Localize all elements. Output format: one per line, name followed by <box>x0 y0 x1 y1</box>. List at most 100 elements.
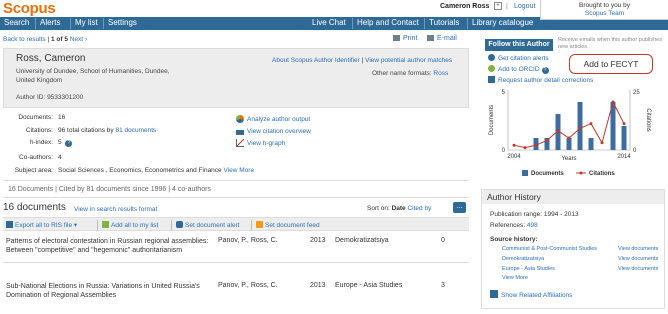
source-view-more-link[interactable]: View More <box>502 275 528 281</box>
email-button[interactable]: E-mail <box>427 35 457 42</box>
print-icon <box>393 35 400 41</box>
main-nav: Search Alerts My list Settings Live Chat… <box>0 17 540 30</box>
document-alert-button[interactable]: Set document alert <box>176 221 240 229</box>
publication-range: Publication range: 1994 - 2013 <box>490 211 579 218</box>
sort-options-button[interactable]: ... <box>453 202 466 213</box>
chart-icon <box>490 290 498 298</box>
view-documents-link[interactable]: View documents <box>618 266 658 272</box>
request-corrections-link: Request author detail corrections <box>498 77 594 84</box>
nav-search[interactable]: Search <box>4 18 29 27</box>
citing-documents-link[interactable]: 81 documents <box>115 127 156 134</box>
legend-citations-marker <box>579 171 583 175</box>
references-link[interactable]: 498 <box>527 222 538 229</box>
edit-icon <box>488 76 495 83</box>
document-feed-button[interactable]: Set document feed <box>256 221 320 229</box>
document-authors[interactable]: Panov, P., Ross, C. <box>218 282 278 289</box>
documents-bar <box>588 138 594 150</box>
documents-citations-chart: 2004 2014 Years 0 5 0 25 Documents Citations Docu… <box>489 90 651 177</box>
nav-my-list[interactable]: My list <box>75 18 98 27</box>
follow-author-button[interactable]: Follow this Author <box>485 39 553 51</box>
back-to-results-link[interactable]: Back to results <box>3 36 46 43</box>
add-to-list-button[interactable]: Add all to my list <box>102 221 158 229</box>
email-label: E-mail <box>437 35 457 42</box>
nav-bar-extension <box>540 20 668 30</box>
nav-separator <box>103 18 104 29</box>
about-author-identifier-link[interactable]: About Scopus Author Identifier <box>272 57 360 64</box>
document-title-link[interactable]: Patterns of electoral contestation in Ru… <box>6 237 216 255</box>
help-icon[interactable]: ? <box>541 67 549 74</box>
nav-settings[interactable]: Settings <box>108 18 137 27</box>
add-to-orcid[interactable]: Add to ORCID? <box>488 65 549 74</box>
nav-help-contact[interactable]: Help and Contact <box>357 18 419 27</box>
citations-point <box>611 100 615 104</box>
logout-link[interactable]: Logout <box>514 3 535 10</box>
show-affiliations-link: Show Related Affiliations <box>501 292 573 299</box>
citations-point <box>556 129 560 133</box>
nav-tutorials[interactable]: Tutorials <box>429 18 459 27</box>
view-documents-link[interactable]: View documents <box>618 256 658 262</box>
pie-chart-icon <box>236 115 244 123</box>
nav-alerts[interactable]: Alerts <box>40 18 60 27</box>
document-authors[interactable]: Panov, P., Ross, C. <box>218 237 278 244</box>
sort-date[interactable]: Date <box>392 205 406 212</box>
document-citations: 3 <box>441 282 445 289</box>
export-ris-button[interactable]: Export all to RIS file ▾ <box>6 221 77 229</box>
divider <box>3 262 469 263</box>
follow-description: Receive emails when this author publishe… <box>558 37 662 50</box>
documents-summary: 16 Documents | Cited by 81 documents sin… <box>8 186 211 193</box>
print-label: Print <box>403 35 418 42</box>
subject-view-more-link[interactable]: View More <box>223 167 254 174</box>
document-year: 2013 <box>310 282 326 289</box>
analyze-author-output[interactable]: Analyze author output <box>236 115 310 123</box>
other-formats-value[interactable]: Ross <box>433 70 448 77</box>
citation-alerts[interactable]: Get citation alerts <box>488 54 549 62</box>
document-source[interactable]: Europe - Asia Studies <box>335 282 402 289</box>
institution-branding: Brought to you by Scopus Team <box>540 0 668 20</box>
bell-icon <box>176 221 183 228</box>
source-item[interactable]: Communist & Post-Communist Studies <box>502 246 597 252</box>
author-history-heading: Author History <box>482 190 664 204</box>
separator: | <box>55 186 57 193</box>
y-right-tick-label: 0 <box>633 148 637 154</box>
citations-total: 96 total citations by <box>58 127 114 134</box>
legend-documents-label: Documents <box>531 171 564 177</box>
other-name-formats: Other name formats: Ross <box>372 70 448 77</box>
legend-citations-label: Citations <box>589 171 615 177</box>
x-tick-label: 2004 <box>507 154 521 160</box>
y-right-axis-title: Citations <box>645 108 651 131</box>
x-axis-title: Years <box>561 156 576 162</box>
potential-matches-link[interactable]: View potential author matches <box>365 57 452 64</box>
document-source[interactable]: Demokratizatsiya <box>335 237 389 244</box>
sort-controls: Sort on: Date Cited by <box>367 205 431 212</box>
h-graph[interactable]: View h-graph <box>236 139 285 147</box>
author-profile-box: Ross, Cameron University of Dundee, Scho… <box>3 48 469 108</box>
scopus-logo[interactable]: Scopus <box>3 0 56 17</box>
show-affiliations[interactable]: Show Related Affiliations <box>490 290 572 299</box>
print-button[interactable]: Print <box>393 35 417 42</box>
references-label: References: <box>490 222 526 229</box>
document-title-link[interactable]: Sub-National Elections in Russia: Variat… <box>6 282 216 300</box>
source-item[interactable]: Europe - Asia Studies <box>502 266 555 272</box>
bar-chart-icon <box>236 127 244 135</box>
analyze-output-link: Analyze author output <box>247 116 311 123</box>
author-affiliation: University of Dundee, School of Humaniti… <box>16 68 170 84</box>
nav-library-catalogue[interactable]: Library catalogue <box>472 18 533 27</box>
sort-cited-by[interactable]: Cited by <box>407 205 431 212</box>
request-corrections[interactable]: Request author detail corrections <box>488 76 593 84</box>
user-name[interactable]: Cameron Ross <box>440 3 489 10</box>
source-item[interactable]: Demokratizatsiya <box>502 256 544 262</box>
view-search-results-link[interactable]: View in search results format <box>74 206 157 213</box>
nav-separator <box>467 18 468 29</box>
pager-position: 1 of 5 <box>50 36 68 43</box>
expand-user-icon[interactable]: + <box>494 2 502 10</box>
nav-live-chat[interactable]: Live Chat <box>312 18 346 27</box>
next-link[interactable]: Next › <box>70 36 87 43</box>
institution-link[interactable]: Scopus Team <box>541 10 668 18</box>
x-tick-label: 2014 <box>617 154 631 160</box>
citation-overview[interactable]: View citation overview <box>236 127 311 135</box>
documents-label: Documents: <box>18 114 53 121</box>
nav-separator <box>35 18 36 29</box>
citations-point <box>589 122 593 126</box>
view-documents-link[interactable]: View documents <box>618 246 658 252</box>
help-icon[interactable]: ? <box>65 140 73 147</box>
